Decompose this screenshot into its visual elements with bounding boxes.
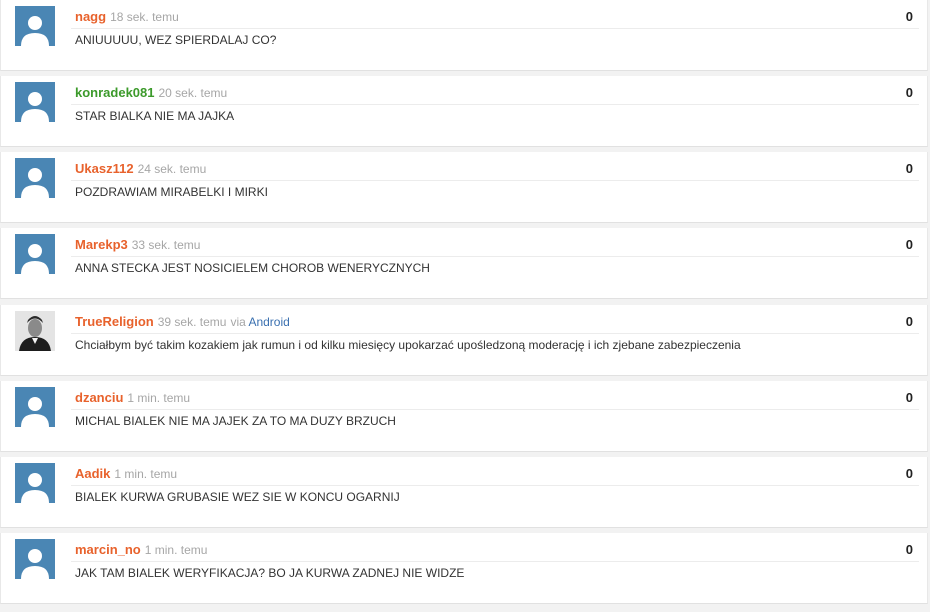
entries-feed: nagg 18 sek. temu 0 ANIUUUUU, WEZ SPIERDA… [0, 0, 930, 612]
platform-link[interactable]: Android [248, 315, 289, 329]
entry: marcin_no 1 min. temu 0 JAK TAM BIALEK WE… [0, 533, 928, 604]
via-label: via [230, 315, 246, 329]
entry: Ukasz112 24 sek. temu 0 POZDRAWIAM MIRABE… [0, 152, 928, 223]
divider [71, 409, 919, 410]
entry-time[interactable]: 39 sek. temu [158, 315, 227, 329]
default-avatar-icon[interactable] [15, 158, 55, 198]
entry-header: Ukasz112 24 sek. temu [75, 161, 867, 177]
entry-text: POZDRAWIAM MIRABELKI I MIRKI [75, 185, 268, 199]
photo-avatar-icon[interactable] [15, 311, 55, 351]
vote-count[interactable]: 0 [906, 390, 913, 405]
entry: Marekp3 33 sek. temu 0 ANNA STECKA JEST N… [0, 228, 928, 299]
entry-text: ANIUUUUU, WEZ SPIERDALAJ CO? [75, 33, 277, 47]
default-avatar-icon[interactable] [15, 539, 55, 579]
entry-text: STAR BIALKA NIE MA JAJKA [75, 109, 235, 123]
vote-count[interactable]: 0 [906, 237, 913, 252]
default-avatar-icon[interactable] [15, 234, 55, 274]
author-link[interactable]: marcin_no [75, 542, 141, 557]
author-link[interactable]: TrueReligion [75, 314, 154, 329]
entry-header: TrueReligion 39 sek. temu via Android [75, 314, 867, 330]
divider [71, 485, 919, 486]
entry: TrueReligion 39 sek. temu via Android 0 Ch… [0, 305, 928, 376]
entry-header: dzanciu 1 min. temu [75, 390, 867, 406]
entry-text: BIALEK KURWA GRUBASIE WEZ SIE W KONCU OG… [75, 490, 400, 504]
vote-count[interactable]: 0 [906, 466, 913, 481]
vote-count[interactable]: 0 [906, 161, 913, 176]
entry-header: marcin_no 1 min. temu [75, 542, 867, 558]
vote-count[interactable]: 0 [906, 9, 913, 24]
author-link[interactable]: Marekp3 [75, 237, 128, 252]
author-link[interactable]: Aadik [75, 466, 110, 481]
entry-time[interactable]: 33 sek. temu [132, 238, 201, 252]
divider [71, 333, 919, 334]
divider [71, 561, 919, 562]
vote-count[interactable]: 0 [906, 314, 913, 329]
default-avatar-icon[interactable] [15, 6, 55, 46]
entry-text: JAK TAM BIALEK WERYFIKACJA? BO JA KURWA … [75, 566, 465, 580]
entry-header: Aadik 1 min. temu [75, 466, 867, 482]
entry-time[interactable]: 18 sek. temu [110, 10, 179, 24]
default-avatar-icon[interactable] [15, 463, 55, 503]
entry: dzanciu 1 min. temu 0 MICHAL BIALEK NIE M… [0, 381, 928, 452]
entry: Aadik 1 min. temu 0 BIALEK KURWA GRUBASIE… [0, 457, 928, 528]
entry-time[interactable]: 1 min. temu [114, 467, 177, 481]
author-link[interactable]: konradek081 [75, 85, 155, 100]
divider [71, 180, 919, 181]
author-link[interactable]: Ukasz112 [75, 161, 134, 176]
entry-header: konradek081 20 sek. temu [75, 85, 867, 101]
entry-text: Chciałbym być takim kozakiem jak rumun i… [75, 338, 741, 352]
divider [71, 104, 919, 105]
entry-header: Marekp3 33 sek. temu [75, 237, 867, 253]
divider [71, 256, 919, 257]
author-link[interactable]: nagg [75, 9, 106, 24]
entry: nagg 18 sek. temu 0 ANIUUUUU, WEZ SPIERDA… [0, 0, 928, 71]
entry-header: nagg 18 sek. temu [75, 9, 867, 25]
entry-time[interactable]: 20 sek. temu [159, 86, 228, 100]
vote-count[interactable]: 0 [906, 542, 913, 557]
author-link[interactable]: dzanciu [75, 390, 123, 405]
entry-text: ANNA STECKA JEST NOSICIELEM CHOROB WENER… [75, 261, 430, 275]
default-avatar-icon[interactable] [15, 387, 55, 427]
divider [71, 28, 919, 29]
vote-count[interactable]: 0 [906, 85, 913, 100]
entry-time[interactable]: 1 min. temu [127, 391, 190, 405]
entry: konradek081 20 sek. temu 0 STAR BIALKA NI… [0, 76, 928, 147]
entry-text: MICHAL BIALEK NIE MA JAJEK ZA TO MA DUZY… [75, 414, 396, 428]
entry-time[interactable]: 24 sek. temu [138, 162, 207, 176]
default-avatar-icon[interactable] [15, 82, 55, 122]
entry-time[interactable]: 1 min. temu [145, 543, 208, 557]
